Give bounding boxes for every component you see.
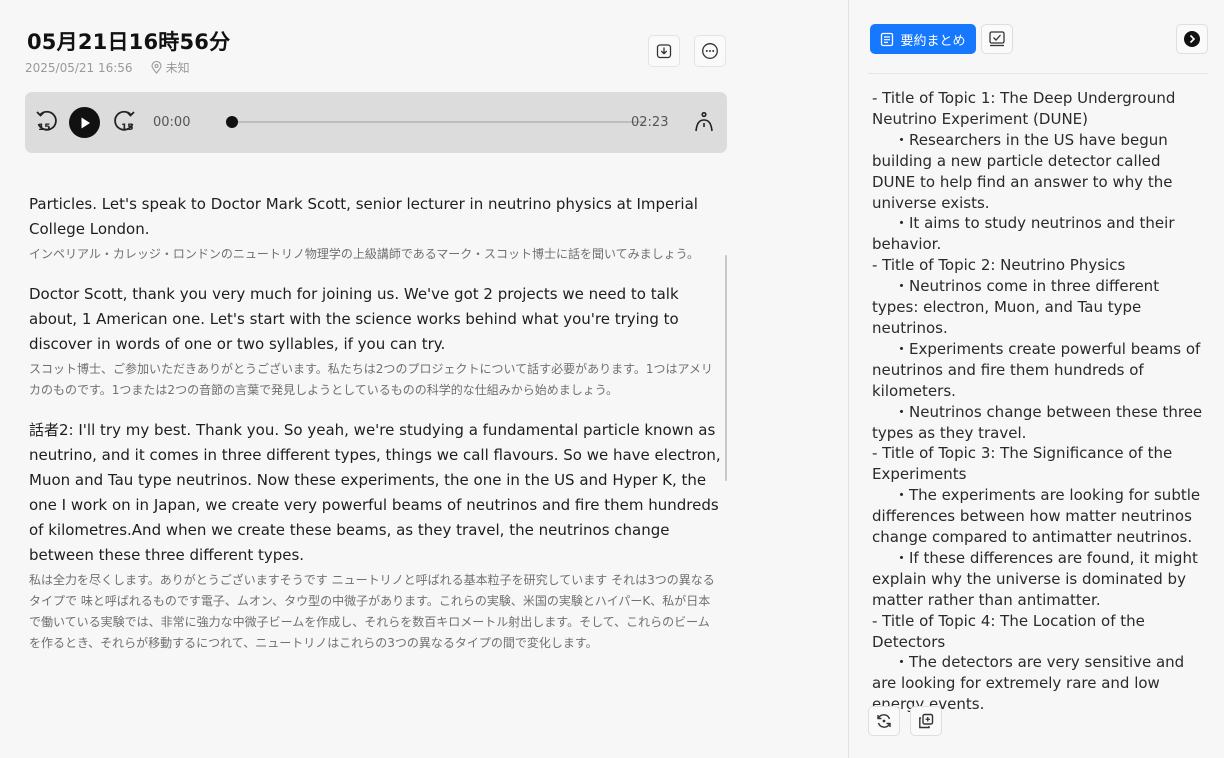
speaker-icon [695, 111, 713, 132]
summary-bullet: ・The experiments are looking for subtle … [872, 486, 1201, 547]
audio-player: 15 15 00:00 02:23 [25, 92, 727, 153]
play-button[interactable] [69, 107, 100, 138]
summary-bullet: ・Neutrinos come in three different types… [872, 277, 1160, 337]
page-title: 05月21日16時56分 [27, 30, 231, 54]
summary-tab-button[interactable]: 要約まとめ [870, 24, 976, 54]
location-pin-icon [151, 61, 162, 74]
transcript-entry: 話者2: I'll try my best. Thank you. So yea… [29, 418, 721, 654]
transcript-scrollbar[interactable] [725, 255, 727, 481]
summary-bullet: ・Experiments create powerful beams of ne… [872, 339, 1201, 400]
document-icon [881, 32, 894, 46]
checklist-button[interactable] [981, 24, 1013, 54]
transcript-translation: 私は全力を尽くします。ありがとうございますそうです ニュートリノと呼ばれる基本粒… [29, 573, 715, 650]
export-icon [656, 44, 672, 59]
transcript-pane: 05月21日16時56分 2025/05/21 16:56 未知 15 15 0… [0, 0, 848, 758]
summary-tab-label: 要約まとめ [900, 33, 966, 49]
transcript-translation: インペリアル・カレッジ・ロンドンのニュートリノ物理学の上級講師であるマーク・スコ… [29, 247, 699, 261]
summary-topic: - Title of Topic 1: The Deep Underground… [872, 89, 1176, 128]
rewind-seconds: 15 [38, 123, 51, 133]
summary-topic: - Title of Topic 3: The Significance of … [872, 444, 1173, 484]
total-time: 02:23 [631, 115, 669, 130]
summary-topic: - Title of Topic 4: The Location of the … [872, 611, 1145, 651]
play-icon [81, 117, 90, 128]
recording-meta: 2025/05/21 16:56 未知 [25, 59, 190, 76]
location: 未知 [151, 59, 190, 76]
transcript-entry: Particles. Let's speak to Doctor Mark Sc… [29, 192, 721, 265]
transcript-text: Doctor Scott, thank you very much for jo… [29, 285, 679, 353]
more-button[interactable] [694, 35, 726, 67]
transcript-translation: スコット博士、ご参加いただきありがとうございます。私たちは2つのプロジェクトにつ… [29, 362, 713, 397]
progress-track[interactable] [232, 121, 646, 123]
forward-seconds: 15 [121, 123, 134, 133]
regenerate-button[interactable] [868, 706, 900, 736]
progress-knob[interactable] [226, 116, 238, 128]
current-time: 00:00 [153, 115, 191, 130]
transcript-text: Particles. Let's speak to Doctor Mark Sc… [29, 195, 698, 238]
transcript-list: Particles. Let's speak to Doctor Mark Sc… [29, 192, 721, 671]
summary-bullet: ・Neutrinos change between these three ty… [872, 402, 1203, 442]
next-button[interactable] [1176, 24, 1208, 54]
arrow-right-icon [1184, 31, 1200, 47]
summary-topic: - Title of Topic 2: Neutrino Physics [872, 256, 1126, 275]
summary-content: - Title of Topic 1: The Deep Underground… [872, 88, 1208, 715]
recording-datetime: 2025/05/21 16:56 [25, 60, 133, 75]
summary-bullet: ・If these differences are found, it migh… [872, 548, 1198, 609]
copy-button[interactable] [910, 706, 942, 736]
more-icon [702, 43, 718, 59]
transcript-text: 話者2: I'll try my best. Thank you. So yea… [29, 421, 721, 564]
transcript-entry: Doctor Scott, thank you very much for jo… [29, 282, 721, 401]
panel-divider [868, 73, 1208, 74]
checklist-icon [989, 31, 1005, 47]
export-button[interactable] [648, 35, 680, 67]
location-label: 未知 [165, 61, 190, 75]
speaker-button[interactable] [691, 109, 717, 135]
summary-bullet: ・It aims to study neutrinos and their be… [872, 214, 1175, 254]
summary-bullet: ・Researchers in the US have begun buildi… [872, 130, 1173, 212]
regenerate-icon [877, 714, 891, 728]
copy-icon [919, 713, 934, 729]
